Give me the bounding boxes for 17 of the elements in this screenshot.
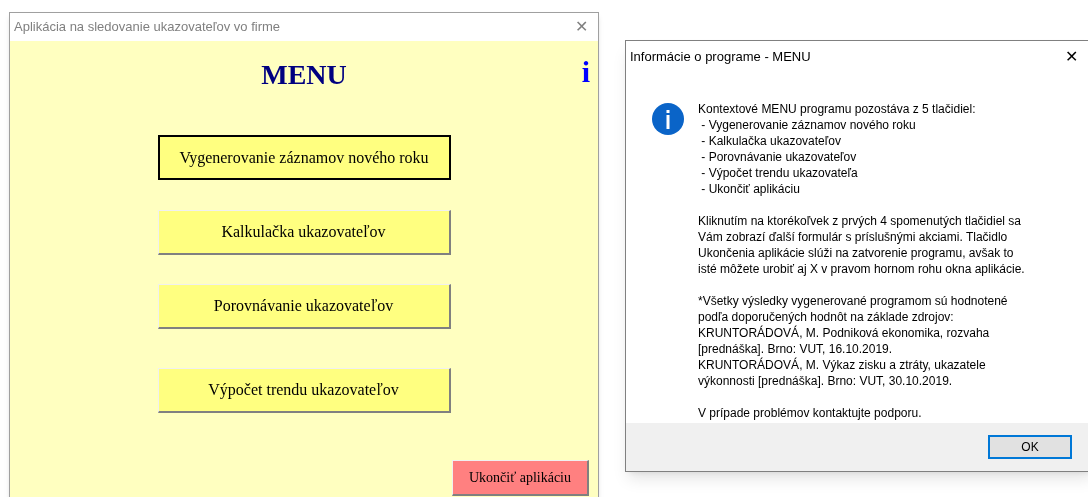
info-button[interactable]: i (581, 57, 590, 87)
exit-button[interactable]: Ukončiť aplikáciu (452, 460, 589, 496)
dialog-title: Informácie o programe - MENU (630, 48, 811, 67)
ok-button[interactable]: OK (988, 435, 1072, 459)
message-paragraph: Kliknutím na ktorékoľvek z prvých 4 spomenutých tlačidiel sa Vám zobrazí ďalší formulár s príslušnými akciami. Tlačidlo Ukončenia aplikácie slúži na zatvorenie programu, avšak to isté môžete urobiť aj X v pravom hornom rohu okna aplikácie. (698, 213, 1025, 277)
message-paragraph: *Všetky výsledky vygenerované programom sú hodnotené podľa doporučených hodnôt na základe zdrojov: KRUNTORÁDOVÁ, M. Podniková ekonomika, rozvaha [prednáška]. Brno: VUT, 16.10.2019. KRUNTORÁDOVÁ, M. Výkaz zisku a ztráty, ukazatele výkonnosti [prednáška]. Brno: VUT, 30.10.2019. (698, 293, 1009, 389)
message-paragraph: Kontextové MENU programu pozostáva z 5 tlačidiel: - Vygenerovanie záznamov nového roku - Kalkulačka ukazovateľov - Porovnávanie ukazovateľov - Výpočet trendu ukazovateľa - Ukončiť aplikáciu (698, 101, 977, 197)
window-title: Aplikácia na sledovanie ukazovateľov vo firme (14, 18, 281, 37)
close-button[interactable]: ✕ (1065, 49, 1078, 65)
menu-button[interactable]: Výpočet trendu ukazovateľov (157, 368, 451, 413)
menu-heading: MENU (261, 61, 347, 89)
close-button[interactable]: ✕ (575, 19, 588, 35)
menu-button[interactable]: Vygenerovanie záznamov nového roku (157, 135, 451, 180)
message-paragraph: V prípade problémov kontaktujte podporu. (698, 405, 923, 421)
menu-button[interactable]: Kalkulačka ukazovateľov (157, 210, 451, 255)
info-icon (652, 103, 684, 135)
menu-button[interactable]: Porovnávanie ukazovateľov (157, 284, 451, 329)
